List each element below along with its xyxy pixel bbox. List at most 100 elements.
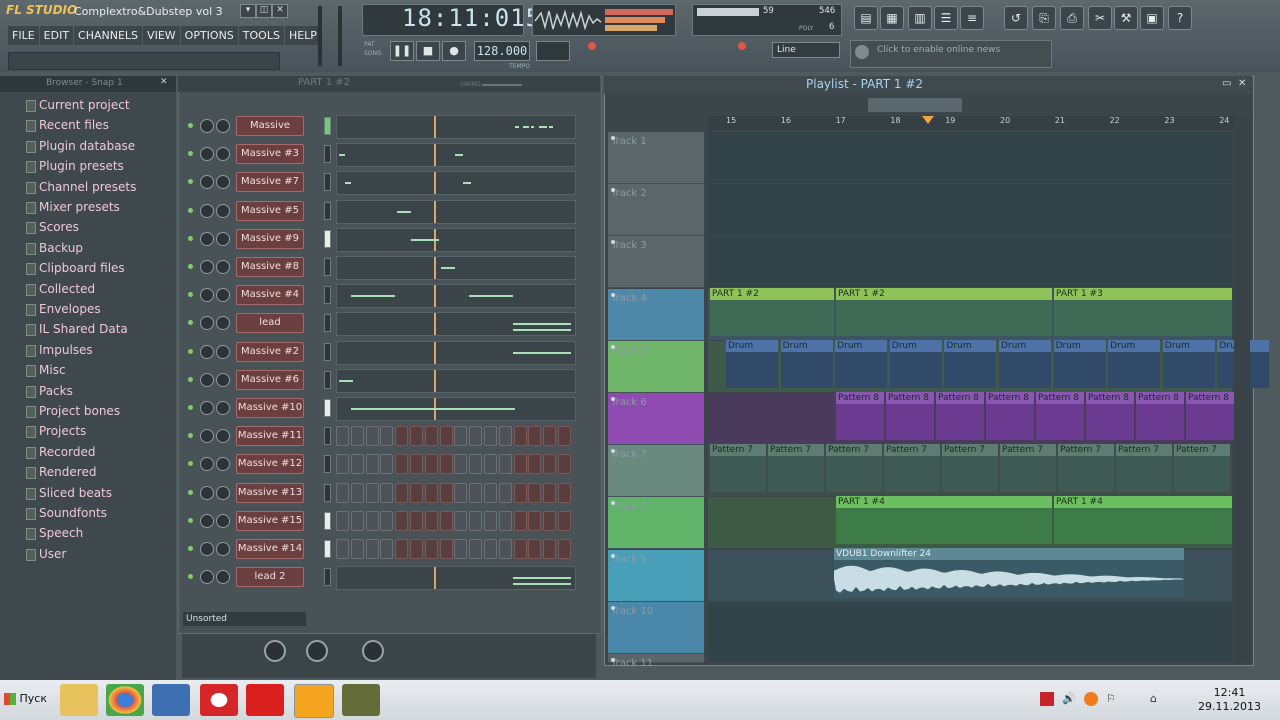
step-button[interactable] [498, 426, 512, 447]
channel-name-button[interactable]: Massive #10 [236, 398, 304, 418]
browser-item[interactable]: Clipboard files [10, 259, 172, 277]
track-header[interactable]: Track 5 [608, 340, 704, 393]
pattern-clip[interactable]: PART 1 #2 [710, 288, 834, 336]
pan-knob[interactable] [200, 231, 214, 246]
volume-knob[interactable] [216, 288, 230, 303]
track-mute-icon[interactable] [611, 292, 615, 297]
step-button[interactable] [365, 426, 379, 447]
step-button[interactable] [424, 510, 438, 531]
menu-channels[interactable]: CHANNELS [74, 26, 143, 45]
cut-icon[interactable]: ✂ [1088, 6, 1112, 30]
channel-led-icon[interactable] [188, 207, 193, 213]
channel-name-button[interactable]: Massive #5 [236, 200, 304, 221]
rack-pattern-name[interactable]: PART 1 #2 [298, 77, 350, 88]
channel-select-light[interactable] [324, 258, 331, 276]
pan-knob[interactable] [200, 175, 214, 190]
volume-knob[interactable] [216, 344, 230, 359]
track-mute-icon[interactable] [611, 397, 615, 401]
mini-piano-roll[interactable] [336, 227, 576, 252]
channel-name-button[interactable]: lead 2 [236, 567, 304, 588]
pattern-clip[interactable]: Drum [1053, 340, 1106, 388]
browser-item[interactable]: Soundfonts [10, 504, 172, 522]
track-header[interactable]: Track 11 [608, 654, 704, 669]
volume-knob[interactable] [216, 570, 230, 585]
track-header[interactable]: Track 4 [608, 288, 704, 341]
browser-item[interactable]: Collected [10, 280, 172, 298]
step-button[interactable] [350, 426, 364, 447]
channel-select-light[interactable] [324, 540, 331, 558]
volume-knob[interactable] [216, 513, 230, 528]
pan-knob[interactable] [200, 372, 214, 387]
horizontal-scrollbar[interactable] [868, 98, 962, 112]
step-button[interactable] [558, 510, 571, 531]
channel-select-light[interactable] [324, 229, 331, 248]
channel-row[interactable]: Massive [184, 114, 578, 139]
step-button[interactable] [439, 426, 453, 447]
volume-knob[interactable] [216, 542, 230, 556]
channel-led-icon[interactable] [188, 179, 193, 185]
menu-file[interactable]: FILE [8, 26, 39, 45]
swing-slider[interactable] [482, 84, 522, 86]
playhead-marker-icon[interactable] [922, 116, 934, 124]
step-button[interactable] [513, 426, 527, 447]
pattern-clip[interactable]: Pattern 7 [710, 444, 766, 492]
step-button[interactable] [410, 482, 423, 503]
track-lane[interactable] [708, 132, 1232, 183]
step-button[interactable] [484, 539, 497, 559]
channel-row[interactable]: lead [184, 311, 578, 337]
tension-knob[interactable] [362, 640, 384, 662]
browser-item[interactable]: Backup [10, 239, 172, 257]
channel-led-icon[interactable] [188, 123, 193, 128]
pattern-clip[interactable]: Pattern 7 [768, 444, 824, 492]
channel-led-icon[interactable] [188, 235, 193, 241]
pattern-clip[interactable]: Pattern 7 [826, 444, 882, 492]
pattern-clip[interactable]: Pattern 8 [1036, 392, 1084, 440]
step-button[interactable] [558, 539, 571, 559]
channel-select-light[interactable] [324, 173, 331, 192]
step-button[interactable] [498, 454, 512, 475]
menu-tools[interactable]: TOOLS [238, 26, 284, 45]
pause-button[interactable]: ❚❚ [390, 41, 414, 61]
pan-knob[interactable] [200, 570, 214, 585]
step-button[interactable] [454, 510, 468, 531]
step-button[interactable] [380, 426, 394, 447]
channel-led-icon[interactable] [188, 348, 193, 354]
restore-button[interactable]: ◫ [256, 4, 272, 18]
pattern-clip[interactable]: PART 1 #4 [1054, 496, 1232, 544]
volume-knob[interactable] [216, 372, 230, 387]
menu-edit[interactable]: EDIT [39, 26, 74, 45]
channel-select-light[interactable] [324, 399, 331, 417]
mini-piano-roll[interactable] [336, 566, 576, 591]
step-button[interactable] [528, 510, 542, 531]
channel-select-light[interactable] [324, 342, 331, 361]
antivirus-tray-icon[interactable] [1040, 692, 1054, 706]
pattern-clip[interactable]: Pattern 8 [936, 392, 984, 440]
metronome-icon[interactable] [738, 42, 746, 50]
step-button[interactable] [365, 454, 379, 475]
step-button[interactable] [469, 454, 483, 475]
release-knob[interactable] [306, 640, 328, 662]
track-lane[interactable] [708, 654, 1232, 662]
pattern-clip[interactable]: Pattern 8 [886, 392, 934, 440]
pattern-clip[interactable]: Drum [835, 340, 888, 388]
pattern-clip[interactable]: Drum [1162, 340, 1215, 388]
project-info-icon[interactable]: ▣ [1140, 6, 1164, 30]
pan-knob[interactable] [200, 260, 214, 274]
pattern-clip[interactable]: Drum [780, 340, 833, 388]
pan-knob[interactable] [200, 344, 214, 359]
step-button[interactable] [410, 510, 423, 531]
pattern-clip[interactable]: PART 1 #4 [836, 496, 1052, 544]
track-mute-icon[interactable] [611, 605, 615, 610]
save-icon[interactable]: ⎘ [1032, 6, 1056, 30]
step-button[interactable] [484, 482, 497, 503]
channel-name-button[interactable]: Massive #4 [236, 285, 304, 306]
step-button[interactable] [484, 426, 497, 447]
channel-led-icon[interactable] [188, 517, 193, 523]
pan-knob[interactable] [200, 147, 214, 162]
pattern-clip[interactable]: Drum [889, 340, 942, 388]
step-button[interactable] [380, 539, 394, 559]
volume-knob[interactable] [216, 175, 230, 190]
app-tray-icon[interactable] [1084, 692, 1098, 706]
pattern-clip[interactable]: Pattern 7 [884, 444, 940, 492]
step-button[interactable] [380, 510, 394, 531]
